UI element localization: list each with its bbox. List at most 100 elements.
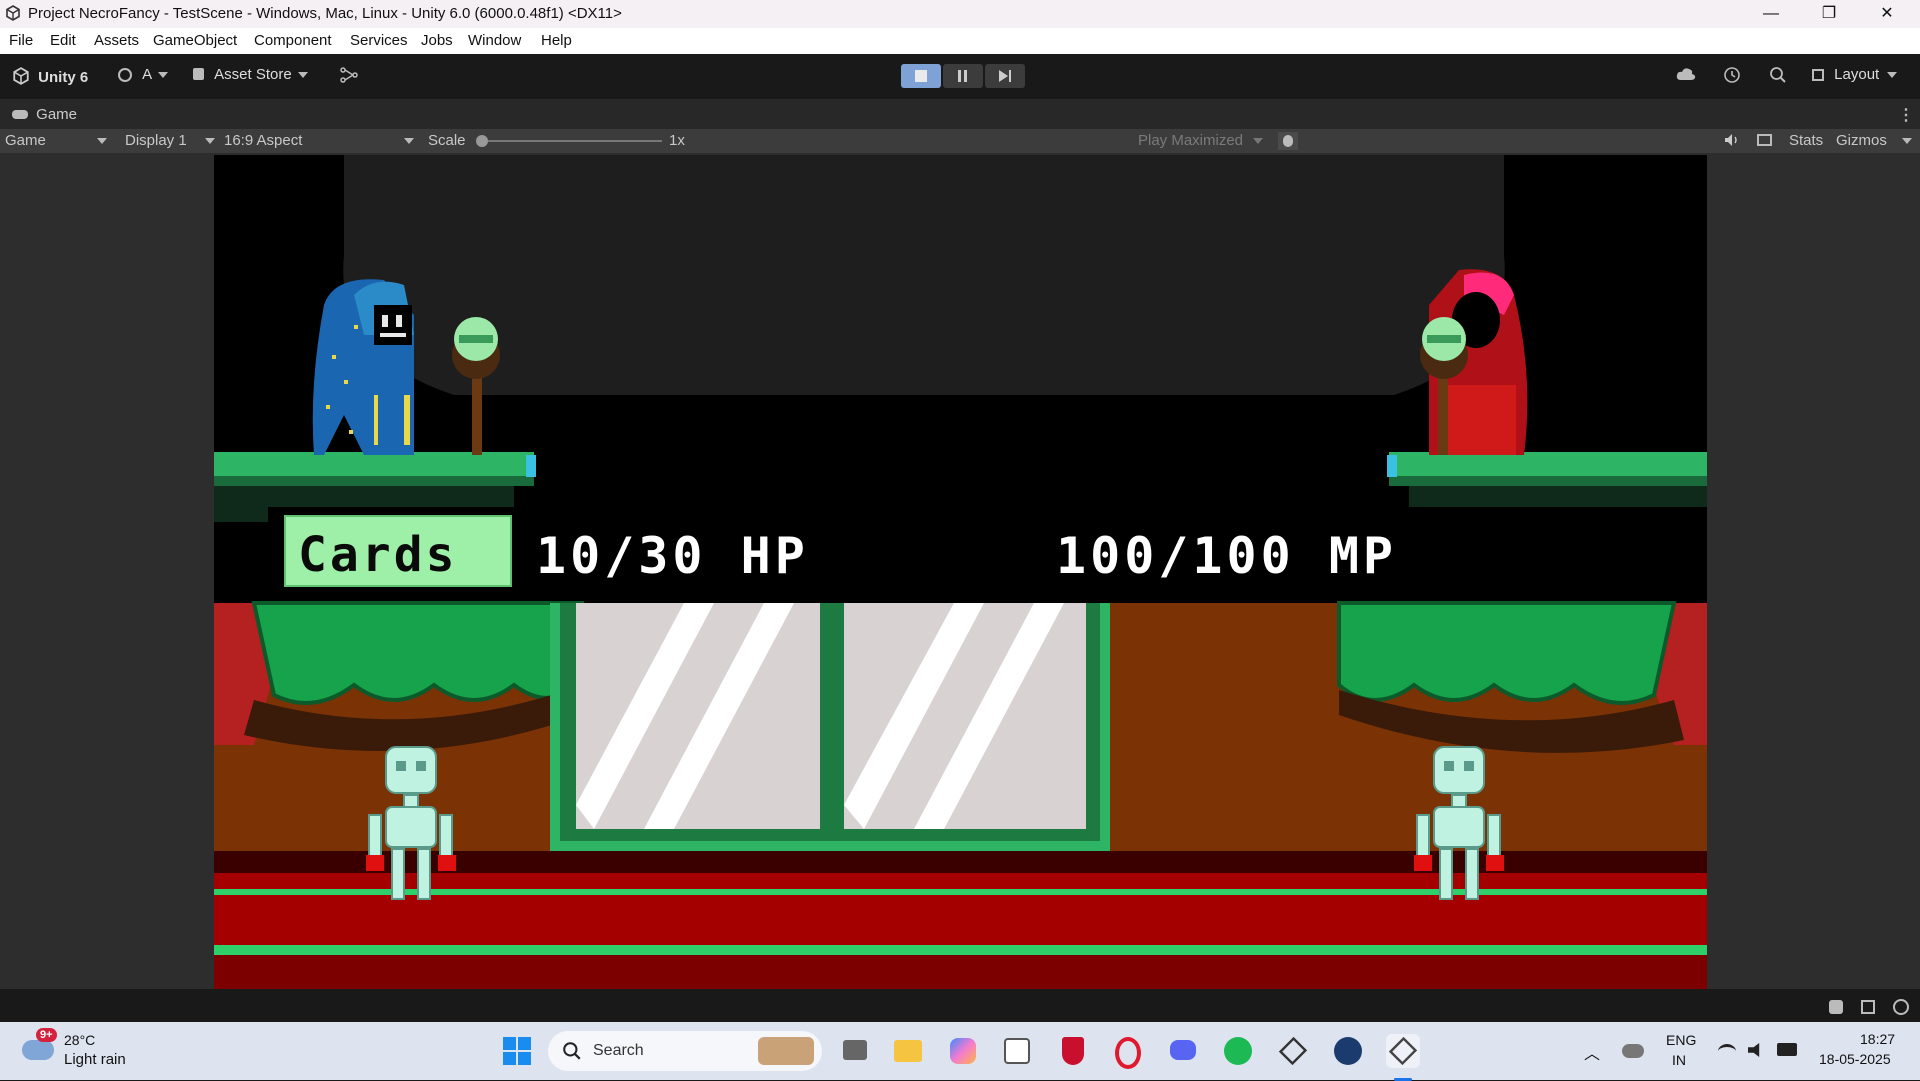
chevron-down-icon [158, 72, 169, 79]
aspect-select[interactable]: 16:9 Aspect [224, 132, 416, 149]
search-label: Search [593, 1042, 644, 1059]
weather-desc: Light rain [64, 1051, 126, 1068]
chevron-down-icon [205, 138, 215, 144]
window-title-bar: Project NecroFancy - TestScene - Windows… [0, 0, 1920, 28]
check-circle-icon[interactable] [1893, 999, 1909, 1015]
pause-button[interactable] [943, 64, 983, 88]
chevron-down-icon [1253, 138, 1264, 145]
clock-time[interactable]: 18:27 [1860, 1031, 1895, 1047]
chevron-down-icon[interactable] [1902, 138, 1912, 144]
cards-button-label: Cards [298, 527, 458, 583]
cards-button[interactable]: Cards [284, 515, 512, 587]
menu-bar: File Edit Assets GameObject Component Se… [0, 28, 1920, 54]
play-mode-select[interactable]: Play Maximized [1138, 132, 1264, 149]
game-view-toolbar: Game Display 1 16:9 Aspect Scale 1x Play… [0, 129, 1920, 153]
view-type-select[interactable]: Game [5, 132, 109, 149]
display-select[interactable]: Display 1 [125, 132, 217, 149]
task-view-button[interactable] [838, 1034, 872, 1068]
onedrive-icon[interactable] [1622, 1044, 1644, 1058]
scale-value: 1x [669, 132, 685, 149]
unity-cube-icon [13, 67, 29, 85]
clock-date[interactable]: 18-05-2025 [1819, 1051, 1891, 1067]
search-icon [1770, 67, 1786, 83]
history-button[interactable] [1723, 66, 1741, 88]
unity-hub-icon [1278, 1036, 1308, 1066]
hp-text: 10/30 HP [536, 527, 809, 585]
play-button[interactable] [901, 64, 941, 88]
store-icon [1004, 1038, 1030, 1064]
mcafee-shield-icon [1062, 1037, 1084, 1065]
minimize-button[interactable]: — [1748, 0, 1794, 28]
game-scene[interactable]: Cards 10/30 HP 100/100 MP [214, 155, 1707, 989]
opera-button[interactable] [1111, 1034, 1145, 1069]
frame-debugger-button[interactable] [1757, 134, 1772, 146]
account-dropdown[interactable]: A [118, 66, 169, 83]
maximize-button[interactable]: ❐ [1806, 0, 1852, 28]
taskbar-search[interactable]: Search [548, 1031, 822, 1071]
grid-icon [1757, 134, 1772, 146]
chevron-down-icon [97, 138, 107, 144]
menu-file[interactable]: File [9, 32, 33, 49]
view-type-value: Game [5, 132, 46, 149]
cloud-icon [1676, 68, 1696, 80]
layout-label: Layout [1834, 66, 1880, 83]
spotify-button[interactable] [1221, 1034, 1255, 1068]
step-icon [999, 70, 1008, 82]
debug-toggle[interactable] [1278, 132, 1298, 150]
copilot-icon [950, 1038, 976, 1064]
gizmos-button[interactable]: Gizmos [1836, 132, 1887, 149]
tray-overflow-icon[interactable]: ︿ [1584, 1040, 1600, 1064]
search-icon [563, 1042, 581, 1060]
gamepad-icon [12, 110, 28, 119]
steam-icon [1334, 1037, 1362, 1065]
menu-assets[interactable]: Assets [94, 32, 139, 49]
stats-button[interactable]: Stats [1789, 132, 1823, 149]
start-button[interactable] [500, 1034, 534, 1068]
menu-window[interactable]: Window [468, 32, 521, 49]
menu-services[interactable]: Services [350, 32, 408, 49]
discord-icon [1170, 1040, 1196, 1060]
mcafee-button[interactable] [1056, 1034, 1090, 1068]
menu-jobs[interactable]: Jobs [421, 32, 453, 49]
tab-game[interactable]: Game [12, 106, 77, 123]
file-explorer-button[interactable] [891, 1034, 925, 1068]
mute-audio-button[interactable] [1724, 133, 1740, 151]
asset-store-dropdown[interactable]: Asset Store [193, 66, 308, 83]
language-bottom[interactable]: IN [1672, 1052, 1686, 1068]
close-button[interactable]: ✕ [1864, 0, 1910, 28]
copilot-button[interactable] [946, 1034, 980, 1068]
cloud-button[interactable] [1676, 67, 1696, 85]
menu-help[interactable]: Help [541, 32, 572, 49]
battery-icon[interactable] [1777, 1043, 1797, 1056]
chevron-down-icon [404, 138, 414, 144]
menu-edit[interactable]: Edit [50, 32, 76, 49]
steam-button[interactable] [1331, 1034, 1365, 1068]
layers-icon[interactable] [1861, 1000, 1875, 1014]
unity-editor-taskbar-button[interactable] [1386, 1034, 1420, 1081]
version-control-button[interactable] [340, 67, 358, 87]
account-label: A [142, 66, 153, 83]
volume-icon[interactable] [1748, 1043, 1760, 1057]
tab-game-label: Game [36, 106, 78, 123]
play-mode-value: Play Maximized [1138, 132, 1244, 149]
menu-component[interactable]: Component [254, 32, 332, 49]
scale-slider[interactable] [476, 135, 662, 147]
windows-logo-icon [503, 1037, 531, 1065]
asset-store-label: Asset Store [214, 66, 292, 83]
unity-hub-button[interactable]: Unity 6 [12, 67, 88, 86]
layout-dropdown[interactable]: Layout [1812, 66, 1898, 83]
language-top[interactable]: ENG [1666, 1032, 1696, 1048]
tab-options-icon[interactable]: ⋮ [1898, 105, 1914, 125]
debug-status-icon[interactable] [1829, 1000, 1843, 1014]
weather-widget[interactable]: 9+ 28°C Light rain [20, 1028, 180, 1074]
scale-slider-handle[interactable] [476, 135, 488, 147]
unity-hub-taskbar-button[interactable] [1276, 1034, 1310, 1068]
step-button[interactable] [985, 64, 1025, 88]
menu-gameobject[interactable]: GameObject [153, 32, 237, 49]
folder-icon [894, 1040, 922, 1062]
wifi-icon[interactable] [1718, 1044, 1736, 1059]
unity-editor-icon [1388, 1036, 1418, 1066]
microsoft-store-button[interactable] [1000, 1034, 1034, 1068]
discord-button[interactable] [1166, 1034, 1200, 1068]
search-button[interactable] [1769, 66, 1787, 88]
